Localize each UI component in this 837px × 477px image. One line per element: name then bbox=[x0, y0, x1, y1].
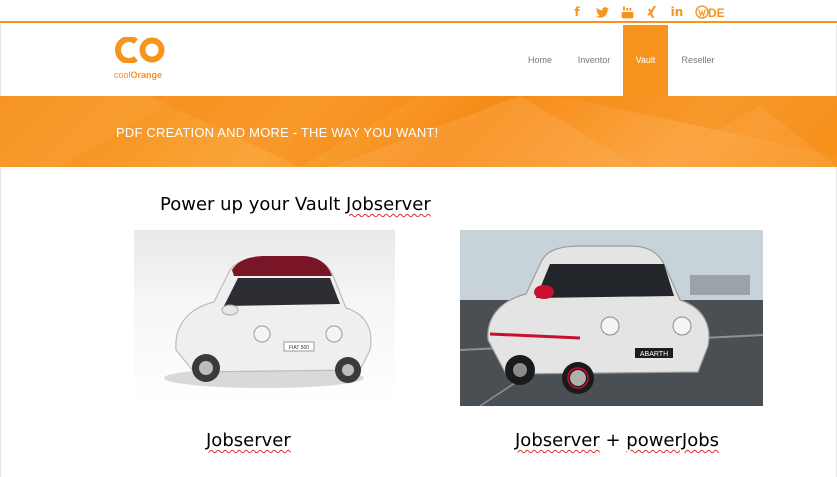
caption-part-powerjobs: powerJobs bbox=[626, 430, 720, 451]
caption-part-jobserver: Jobserver bbox=[515, 430, 600, 451]
nav-reseller[interactable]: Reseller bbox=[677, 25, 719, 96]
language-switch[interactable]: DE bbox=[708, 6, 725, 20]
main-nav: Home Inventor Vault Reseller bbox=[1, 25, 837, 96]
facebook-icon[interactable]: f bbox=[569, 4, 585, 20]
banner-tagline: PDF CREATION AND MORE - THE WAY YOU WANT… bbox=[116, 125, 439, 140]
linkedin-icon[interactable]: in bbox=[669, 4, 685, 20]
caption-jobserver: Jobserver bbox=[206, 430, 291, 451]
youtube-icon[interactable] bbox=[619, 4, 635, 20]
left-car-plate: FIAT 500 bbox=[289, 345, 309, 351]
site-header: coolOrange Home Inventor Vault Reseller bbox=[0, 25, 837, 96]
right-car-plate: ABARTH bbox=[640, 351, 668, 358]
nav-inventor[interactable]: Inventor bbox=[573, 25, 615, 96]
headline-keyword: Jobserver bbox=[346, 194, 431, 215]
main-content: Power up your Vault Jobserver FIAT 500 A… bbox=[0, 167, 837, 477]
twitter-icon[interactable] bbox=[594, 4, 610, 20]
car-image-jobserver: FIAT 500 bbox=[134, 230, 395, 406]
hero-banner: PDF CREATION AND MORE - THE WAY YOU WANT… bbox=[0, 96, 837, 167]
nav-vault[interactable]: Vault bbox=[623, 25, 668, 96]
caption-part-plus: + bbox=[599, 430, 627, 451]
car-image-powerjobs: ABARTH bbox=[459, 230, 764, 407]
page-headline: Power up your Vault Jobserver bbox=[160, 194, 431, 215]
xing-icon[interactable] bbox=[644, 4, 660, 20]
social-links: f in bbox=[569, 4, 710, 20]
social-bar: f in DE bbox=[0, 0, 837, 23]
nav-home[interactable]: Home bbox=[523, 25, 557, 96]
headline-text: Power up your Vault bbox=[160, 194, 347, 215]
caption-jobserver-powerjobs: Jobserver + powerJobs bbox=[515, 430, 719, 451]
